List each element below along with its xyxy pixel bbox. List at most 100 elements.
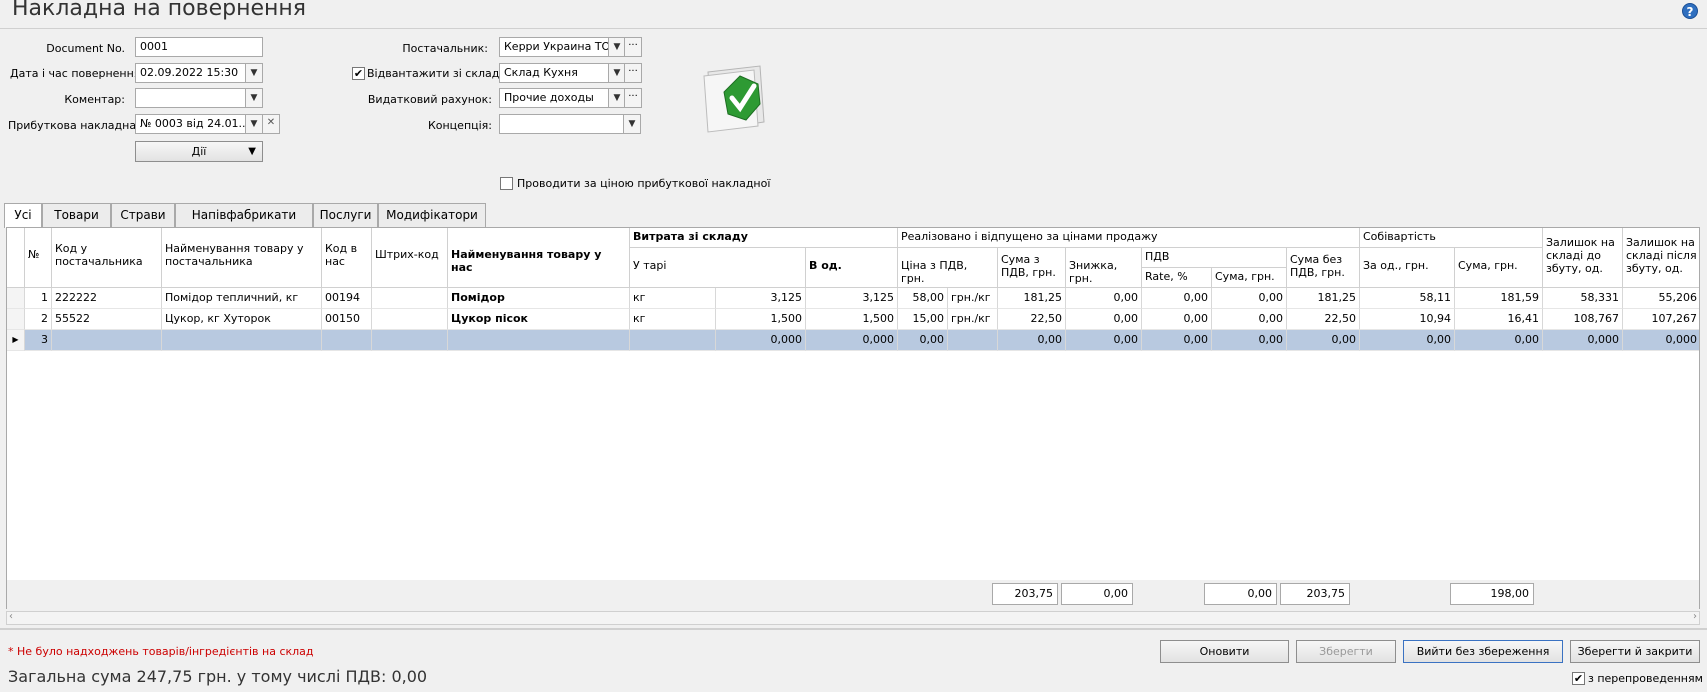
col-rate[interactable]: Rate, % (1142, 268, 1212, 288)
expense-select[interactable]: Прочие доходы (499, 88, 609, 108)
chevron-down-icon[interactable]: ▼ (246, 114, 263, 134)
clear-icon[interactable]: ✕ (262, 114, 280, 134)
cell-in-pack[interactable]: 1,500 (716, 309, 806, 330)
ship-from-checkbox[interactable]: ✔ (352, 67, 365, 80)
cell-vat-sum[interactable]: 0,00 (1212, 309, 1287, 330)
chevron-down-icon[interactable]: ▼ (246, 88, 263, 108)
scroll-right-icon[interactable]: › (1693, 611, 1697, 622)
cell-our-name[interactable] (448, 330, 630, 351)
cell-discount[interactable]: 0,00 (1066, 330, 1142, 351)
price-by-receipt-checkbox[interactable] (500, 177, 513, 190)
cell-in-pack[interactable]: 0,000 (716, 330, 806, 351)
cell-unit[interactable]: кг (630, 288, 716, 309)
chevron-down-icon[interactable]: ▼ (624, 114, 641, 134)
cell-our-code[interactable]: 00194 (322, 288, 372, 309)
cell-supplier-code[interactable]: 55522 (52, 309, 162, 330)
cell-unit[interactable]: кг (630, 309, 716, 330)
col-supplier-code[interactable]: Код у постачальника (52, 228, 162, 288)
col-our-code[interactable]: Код в нас (322, 228, 372, 288)
help-icon[interactable]: ? (1682, 3, 1698, 19)
cell-in-pack[interactable]: 3,125 (716, 288, 806, 309)
more-icon[interactable]: ··· (624, 37, 642, 57)
cell-in-units[interactable]: 0,000 (806, 330, 898, 351)
cell-cost-sum[interactable]: 181,59 (1455, 288, 1543, 309)
concept-select[interactable] (499, 114, 624, 134)
cell-cost-unit[interactable]: 58,11 (1360, 288, 1455, 309)
save-and-close-button[interactable]: Зберегти й закрити (1570, 640, 1700, 663)
cell-sum-no-vat[interactable]: 181,25 (1287, 288, 1360, 309)
cell-cost-sum[interactable]: 0,00 (1455, 330, 1543, 351)
date-input[interactable]: 02.09.2022 15:30 (135, 63, 246, 83)
cell-our-name[interactable]: Цукор пісок (448, 309, 630, 330)
cell-our-code[interactable]: 00150 (322, 309, 372, 330)
cell-sum-no-vat[interactable]: 0,00 (1287, 330, 1360, 351)
cell-sum-no-vat[interactable]: 22,50 (1287, 309, 1360, 330)
actions-button[interactable]: Дії ▼ (135, 141, 263, 162)
cell-our-name[interactable]: Помідор (448, 288, 630, 309)
cell-unit[interactable] (630, 330, 716, 351)
tab-modifiers[interactable]: Модифікатори (378, 203, 486, 227)
col-stock-before[interactable]: Залишок на складі до збуту, од. (1543, 228, 1623, 288)
col-barcode[interactable]: Штрих-код (372, 228, 448, 288)
tab-dishes[interactable]: Страви (111, 203, 175, 227)
cell-vat-sum[interactable]: 0,00 (1212, 330, 1287, 351)
cell-sum-vat[interactable]: 0,00 (998, 330, 1066, 351)
items-grid[interactable]: № Код у постачальника Найменування товар… (6, 227, 1700, 583)
exit-without-saving-button[interactable]: Вийти без збереження (1403, 640, 1563, 663)
receipt-select[interactable]: № 0003 від 24.01... (135, 114, 246, 134)
cell-cost-unit[interactable]: 10,94 (1360, 309, 1455, 330)
more-icon[interactable]: ··· (624, 88, 642, 108)
scroll-left-icon[interactable]: ‹ (9, 611, 13, 622)
col-our-name[interactable]: Найменування товару у нас (448, 228, 630, 288)
cell-barcode[interactable] (372, 309, 448, 330)
col-discount[interactable]: Знижка, грн. (1066, 248, 1142, 288)
cell-rate[interactable]: 0,00 (1142, 288, 1212, 309)
cell-barcode[interactable] (372, 330, 448, 351)
cell-cost-unit[interactable]: 0,00 (1360, 330, 1455, 351)
cell-rate[interactable]: 0,00 (1142, 309, 1212, 330)
col-vat-sum[interactable]: Сума, грн. (1212, 268, 1287, 288)
col-price-vat[interactable]: Ціна з ПДВ, грн. (898, 248, 998, 288)
cell-supplier-name[interactable] (162, 330, 322, 351)
col-in-units[interactable]: В од. (806, 248, 898, 288)
col-stock-after[interactable]: Залишок на складі після збуту, од. (1623, 228, 1699, 288)
cell-sum-vat[interactable]: 22,50 (998, 309, 1066, 330)
col-cost-unit[interactable]: За од., грн. (1360, 248, 1455, 288)
supplier-select[interactable]: Керри Украина ТОВ (499, 37, 609, 57)
cell-supplier-name[interactable]: Цукор, кг Хуторок (162, 309, 322, 330)
cell-supplier-code[interactable]: 222222 (52, 288, 162, 309)
cell-in-units[interactable]: 1,500 (806, 309, 898, 330)
refresh-button[interactable]: Оновити (1160, 640, 1289, 663)
tab-goods[interactable]: Товари (42, 203, 111, 227)
col-in-pack[interactable]: У тарі (630, 248, 806, 288)
tab-services[interactable]: Послуги (313, 203, 378, 227)
repost-checkbox[interactable]: ✔ (1572, 672, 1585, 685)
cell-supplier-code[interactable] (52, 330, 162, 351)
col-sum-vat[interactable]: Сума з ПДВ, грн. (998, 248, 1066, 288)
col-no[interactable]: № (25, 228, 52, 288)
tab-semi-finished[interactable]: Напівфабрикати (175, 203, 313, 227)
col-sum-no-vat[interactable]: Сума без ПДВ, грн. (1287, 248, 1360, 288)
cell-discount[interactable]: 0,00 (1066, 288, 1142, 309)
col-supplier-name[interactable]: Найменування товару у постачальника (162, 228, 322, 288)
cell-sum-vat[interactable]: 181,25 (998, 288, 1066, 309)
comment-input[interactable] (135, 88, 246, 108)
save-button[interactable]: Зберегти (1296, 640, 1396, 663)
cell-our-code[interactable] (322, 330, 372, 351)
cell-in-units[interactable]: 3,125 (806, 288, 898, 309)
cell-rate[interactable]: 0,00 (1142, 330, 1212, 351)
doc-no-input[interactable]: 0001 (135, 37, 263, 57)
cell-price[interactable]: 58,00 (898, 288, 948, 309)
cell-vat-sum[interactable]: 0,00 (1212, 288, 1287, 309)
cell-price[interactable]: 15,00 (898, 309, 948, 330)
more-icon[interactable]: ··· (624, 63, 642, 83)
cell-discount[interactable]: 0,00 (1066, 309, 1142, 330)
cell-barcode[interactable] (372, 288, 448, 309)
cell-price[interactable]: 0,00 (898, 330, 948, 351)
chevron-down-icon[interactable]: ▼ (246, 63, 263, 83)
warehouse-select[interactable]: Склад Кухня (499, 63, 609, 83)
cell-cost-sum[interactable]: 16,41 (1455, 309, 1543, 330)
cell-supplier-name[interactable]: Помідор тепличний, кг (162, 288, 322, 309)
col-cost-sum[interactable]: Сума, грн. (1455, 248, 1543, 288)
horizontal-scrollbar[interactable]: ‹ › (6, 611, 1700, 625)
